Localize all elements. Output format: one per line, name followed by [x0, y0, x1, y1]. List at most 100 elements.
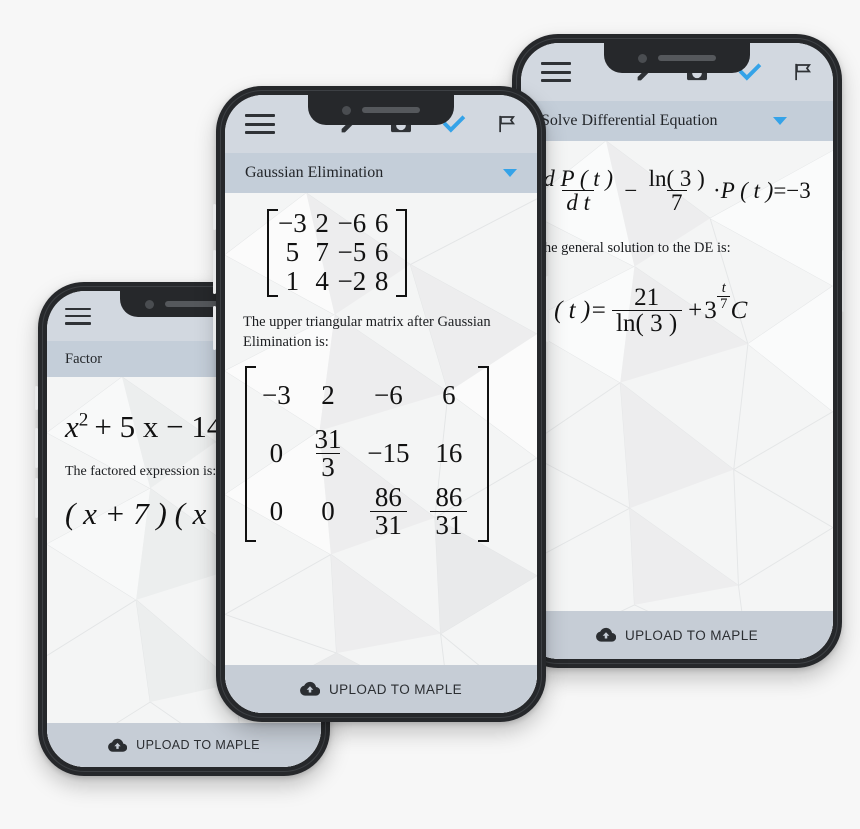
solution-plus: +: [688, 297, 703, 324]
upload-to-maple-button-right[interactable]: UPLOAD TO MAPLE: [521, 611, 833, 659]
matrix-cell-result-2-1: 0: [321, 495, 335, 526]
input-matrix-middle: −3 2 −6 6 5 7 −5 6 1 4 −2 8: [225, 193, 537, 297]
screenshot-stage: Factor x2 + 5 x − 14 The factored expres…: [0, 0, 860, 829]
matrix-cell-input-0-2: −6: [337, 208, 367, 238]
result-matrix-middle: −3 2 −6 6 0 31 3 −15 16 0 0 86 31 86 31: [225, 352, 537, 543]
power-button-middle[interactable]: [546, 276, 549, 342]
twentyone-over-ln3-fraction: 21 ln( 3 ): [611, 284, 682, 336]
expr-rest-left: + 5 x − 14: [94, 409, 223, 444]
matrix-cell-input-1-1: 7: [315, 237, 329, 267]
expr-base-left: x: [65, 409, 79, 444]
cloud-upload-icon: [108, 738, 128, 753]
dpdt-denominator: d t: [562, 190, 595, 214]
ln3-numerator: ln( 3 ): [648, 166, 705, 191]
volume-up-button-left[interactable]: [35, 428, 38, 468]
result-inner-middle: −3 2 −6 6 5 7 −5 6 1 4 −2 8 The upper triangular ma…: [225, 193, 537, 543]
result-inner-right: d P ( t ) d t − ln( 3 ) 7 · P ( t ) = −3: [521, 141, 833, 336]
equation-equals: =: [773, 178, 787, 203]
matrix-cell-input-1-0: 5: [285, 237, 300, 267]
volume-up-button-middle[interactable]: [213, 250, 216, 294]
result-content-right: d P ( t ) d t − ln( 3 ) 7 · P ( t ) = −3: [521, 141, 833, 659]
phone-device-right: Solve Differential Equation d P (t) d …: [512, 34, 845, 668]
dpdt-numerator: d P ( t ): [543, 166, 614, 191]
ln3-over-7-fraction: ln( 3 ) 7: [644, 167, 708, 214]
result-content-middle: −3 2 −6 6 5 7 −5 6 1 4 −2 8 The upper triangular ma…: [225, 193, 537, 713]
volume-down-button-left[interactable]: [35, 478, 38, 518]
matrix-cells-input: −3 2 −6 6 5 7 −5 6 1 4 −2 8: [278, 209, 396, 297]
solution-expression-right: P ( t )= 21 ln( 3 ) + 3 t 7 C: [521, 257, 833, 336]
matrix-cell-result-1-0: 0: [269, 437, 284, 468]
matrix-cell-result-2-0: 0: [269, 495, 284, 526]
seven-denominator: 7: [666, 190, 687, 214]
cloud-upload-icon: [596, 627, 616, 643]
expr-exponent-left: 2: [78, 409, 89, 431]
earpiece-speaker-icon: [362, 107, 420, 113]
phone-device-middle: Gaussian Elimination −3 2 −6 6 5 7 −5 6 …: [213, 86, 549, 722]
fraction-numerator: 86: [374, 481, 402, 512]
matrix-bracket-result: −3 2 −6 6 0 31 3 −15 16 0 0 86 31 86 31: [245, 366, 490, 543]
matrix-cell-result-0-2: −6: [374, 379, 403, 410]
flag-icon[interactable]: [792, 62, 813, 82]
solution-frac-denominator: ln( 3 ): [611, 310, 682, 336]
matrix-cell-input-0-3: 6: [374, 208, 389, 238]
flag-icon[interactable]: [496, 114, 517, 134]
matrix-cell-result-2-3: 86 31: [426, 482, 472, 540]
matrix-cells-result: −3 2 −6 6 0 31 3 −15 16 0 0 86 31 86 31: [256, 366, 478, 542]
notch-right: [604, 43, 750, 73]
equation-rhs: −3: [786, 178, 811, 203]
fraction-denominator: 31: [370, 510, 407, 539]
hamburger-menu-icon[interactable]: [65, 307, 91, 325]
front-camera-icon: [638, 53, 647, 63]
upload-to-maple-button-left[interactable]: UPLOAD TO MAPLE: [47, 723, 321, 767]
equation-pt: P ( t ): [720, 178, 774, 203]
matrix-cell-input-1-3: 6: [374, 237, 389, 267]
matrix-cell-result-0-3: 6: [442, 379, 456, 410]
upload-to-maple-button-middle[interactable]: UPLOAD TO MAPLE: [225, 665, 537, 713]
operation-dropdown-middle[interactable]: Gaussian Elimination: [225, 153, 537, 193]
cloud-upload-icon: [300, 681, 320, 697]
solution-frac-numerator: 21: [634, 284, 660, 311]
earpiece-speaker-icon: [658, 55, 716, 61]
matrix-cell-input-2-1: 4: [315, 266, 329, 296]
matrix-cell-input-0-1: 2: [315, 208, 329, 238]
matrix-cell-result-0-1: 2: [321, 379, 335, 410]
solution-constant: C: [730, 297, 748, 324]
fraction-denominator: 31: [430, 510, 468, 539]
result-label-right: The general solution to the DE is:: [535, 240, 731, 256]
matrix-cell-fraction: 86 31: [370, 481, 407, 539]
phone-screen-middle: Gaussian Elimination −3 2 −6 6 5 7 −5 6 …: [225, 95, 537, 713]
matrix-cell-input-2-2: −2: [337, 266, 367, 296]
matrix-cell-input-2-3: 8: [374, 266, 389, 296]
operation-dropdown-right[interactable]: Solve Differential Equation: [521, 101, 833, 141]
matrix-bracket-input: −3 2 −6 6 5 7 −5 6 1 4 −2 8: [267, 209, 407, 297]
chevron-down-icon[interactable]: [503, 169, 517, 177]
chevron-down-icon[interactable]: [773, 117, 787, 125]
mute-switch-left[interactable]: [35, 386, 38, 410]
upload-label-left: UPLOAD TO MAPLE: [136, 738, 260, 752]
mute-switch-middle[interactable]: [213, 204, 216, 230]
solution-exponent-fraction: t 7: [717, 280, 730, 312]
matrix-cell-result-1-3: 16: [435, 437, 463, 468]
matrix-cell-result-0-0: −3: [262, 379, 291, 410]
matrix-cell-input-2-0: 1: [285, 266, 300, 296]
power-button-right[interactable]: [842, 250, 845, 312]
equation-dot: ·: [713, 178, 721, 203]
hamburger-menu-icon[interactable]: [245, 114, 275, 134]
matrix-cell-input-1-2: −5: [337, 237, 367, 267]
solution-base: 3: [704, 297, 717, 324]
matrix-cell-fraction: 31 3: [310, 423, 347, 481]
hamburger-menu-icon[interactable]: [541, 62, 571, 82]
notch-middle: [308, 95, 454, 125]
solution-exponent-denominator: 7: [717, 295, 730, 312]
volume-down-button-middle[interactable]: [213, 306, 216, 350]
input-equation-right: d P ( t ) d t − ln( 3 ) 7 · P ( t ) = −3: [521, 141, 833, 214]
matrix-cell-result-2-2: 86 31: [365, 482, 411, 540]
operation-label-middle: Gaussian Elimination: [245, 164, 384, 181]
fraction-numerator: 31: [314, 423, 342, 454]
fraction-denominator: 3: [316, 452, 340, 481]
solution-exponent-numerator: t: [721, 280, 726, 296]
front-camera-icon: [342, 105, 351, 115]
matrix-cell-fraction: 86 31: [430, 481, 468, 539]
upload-label-right: UPLOAD TO MAPLE: [624, 627, 759, 643]
fraction-numerator: 86: [435, 481, 463, 512]
